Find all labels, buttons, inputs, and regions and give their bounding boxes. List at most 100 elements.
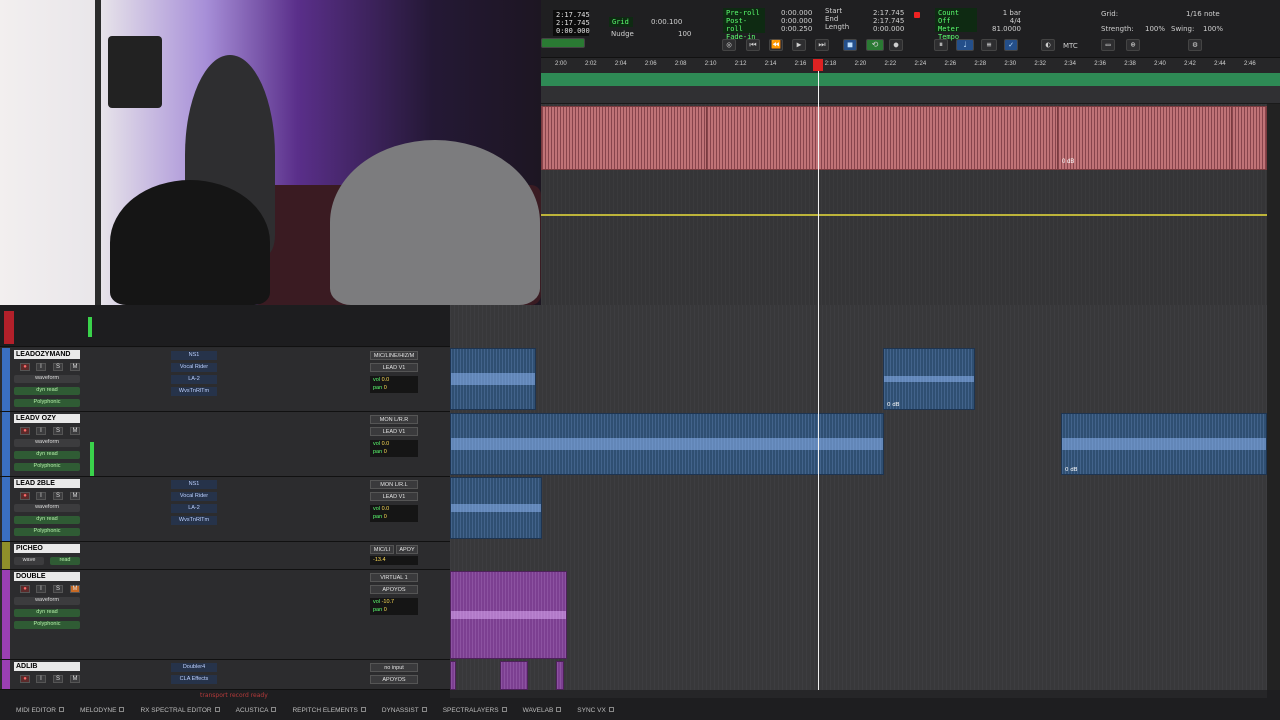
audio-clip[interactable] [450,477,542,539]
output-selector[interactable]: LEAD V1 [370,492,418,501]
input-monitor-button[interactable]: I [36,675,46,683]
midi-grid-value[interactable]: 1/16 note [1186,10,1220,18]
audio-clip[interactable] [500,661,528,690]
view-selector[interactable]: waveform [14,375,80,383]
automation-mode[interactable]: dyn read [14,609,80,617]
plugin-tab[interactable]: ACUSTICA [228,704,285,718]
end-value[interactable]: 2:17.745 [873,17,904,25]
audio-clip[interactable] [450,571,567,659]
tool-icon[interactable]: ▭ [1101,39,1115,51]
strength-value[interactable]: 100% [1145,25,1165,33]
mute-button[interactable]: M [70,675,80,683]
volume-display[interactable]: -13.4 [370,556,418,565]
track-leadv-ozy[interactable]: LEADV OZY ● I S M waveform dyn read Poly… [0,412,450,477]
length-value[interactable]: 0:00.000 [873,25,904,33]
output-selector[interactable]: APOYOS [370,675,418,684]
start-value[interactable]: 2:17.745 [873,9,904,17]
output-selector[interactable]: LEAD V1 [370,427,418,436]
plugin-tab[interactable]: REPITCH ELEMENTS [284,704,373,718]
plugin-tab[interactable]: SPECTRALAYERS [435,704,515,718]
track-lead-2ble[interactable]: LEAD 2BLE ● I S M waveform dyn read Poly… [0,477,450,542]
insert-slot[interactable]: WvsTnRlTm [171,516,217,525]
midi-merge-button[interactable]: ≡ [981,39,997,51]
zoom-icon[interactable]: ⊕ [1126,39,1140,51]
output-selector[interactable]: APOYOS [370,585,418,594]
view-selector[interactable]: waveform [14,597,80,605]
input-selector[interactable]: MIC/LI [370,545,394,554]
plugin-tab[interactable]: MIDI EDITOR [8,704,72,718]
wait-for-note-button[interactable]: ⏸ [934,39,948,51]
elastic-mode[interactable]: Polyphonic [14,528,80,536]
automation-line[interactable] [541,214,1267,216]
record-enable-button[interactable]: ● [20,363,30,371]
play-button[interactable]: ▶ [792,39,806,51]
audio-clip[interactable]: 0 dB [883,348,975,410]
audio-clip[interactable]: 0 dB [1061,413,1267,475]
swing-value[interactable]: 100% [1203,25,1223,33]
timeline-ruler[interactable]: 2:00 2:02 2:04 2:06 2:08 2:10 2:12 2:14 2:16 2:18… [541,58,1280,73]
automation-mode[interactable]: read [50,557,80,565]
elastic-mode[interactable]: Polyphonic [14,621,80,629]
solo-button[interactable]: S [53,363,63,371]
automation-mode[interactable]: dyn read [14,451,80,459]
audio-clip[interactable] [450,348,536,410]
countoff-value[interactable]: 1 bar [987,9,1021,17]
insert-slot[interactable]: Doubler4 [171,663,217,672]
output-selector[interactable]: LEAD V1 [370,363,418,372]
track-name[interactable]: ADLIB [14,662,80,671]
volume-pan-display[interactable]: vol -10.7 pan 0 [370,598,418,615]
sync-indicators[interactable] [541,38,585,48]
insert-slot[interactable]: WvsTnRlTm [171,387,217,396]
solo-button[interactable]: S [53,585,63,593]
grid-value[interactable]: 0:00.100 [651,18,682,26]
edit-timeline[interactable]: 0 dB 0 dB [450,305,1267,690]
view-selector[interactable]: waveform [14,439,80,447]
marker-ruler[interactable] [541,86,1280,104]
preroll-panel[interactable]: Pre-roll Post-roll Fade-in [723,8,765,41]
view-selector[interactable]: waveform [14,504,80,512]
track-leadozymand[interactable]: LEADOZYMAND ● I S M waveform dyn read Po… [0,348,450,412]
input-monitor-button[interactable]: I [36,492,46,500]
volume-pan-display[interactable]: vol 0.0 pan 0 [370,440,418,457]
insert-slot[interactable]: CLA Effects [171,675,217,684]
go-to-end-button[interactable]: ⏭ [815,39,829,51]
output-selector[interactable]: APOY [396,545,418,554]
input-selector[interactable]: MON L/R.R [370,415,418,424]
upper-track-area[interactable]: 0 dB [541,104,1267,305]
tempo-value[interactable]: 81.0000 [987,25,1021,33]
plugin-tab[interactable]: WAVELAB [515,704,570,718]
elastic-mode[interactable]: Polyphonic [14,463,80,471]
horizontal-scrollbar[interactable] [450,690,1267,698]
input-selector[interactable]: MON L/R.L [370,480,418,489]
track-picheo[interactable]: PICHEO wave read MIC/LI APOY -13.4 [0,542,450,570]
clip-indicator[interactable] [4,311,14,344]
metronome-button[interactable]: ♩ [956,39,974,51]
meter-value[interactable]: 4/4 [987,17,1021,25]
grid-toggle[interactable]: Grid [609,17,633,27]
record-enable-button[interactable]: ● [20,492,30,500]
countoff-panel[interactable]: Count Off Meter Tempo [935,8,977,41]
input-selector[interactable]: no input [370,663,418,672]
track-name[interactable]: LEADV OZY [14,414,80,423]
insert-slot[interactable]: NS1 [171,351,217,360]
record-enable-button[interactable]: ● [20,675,30,683]
input-selector[interactable]: MIC/LINE/HIZ/M [370,351,418,360]
loop-marker-bar[interactable] [541,73,1280,86]
insert-slot[interactable]: Vocal Rider [171,492,217,501]
input-monitor-button[interactable]: I [36,585,46,593]
input-monitor-button[interactable]: I [36,363,46,371]
insert-slot[interactable]: LA-2 [171,504,217,513]
mute-button[interactable]: M [70,585,80,593]
playhead-cursor[interactable] [818,60,819,690]
track-name[interactable]: DOUBLE [14,572,80,581]
mute-button[interactable]: M [70,492,80,500]
plugin-tab[interactable]: MELODYNE [72,704,132,718]
plugin-tab[interactable]: SYNC VX [569,704,622,718]
nudge-value[interactable]: 100 [678,30,691,38]
mtc-label[interactable]: MTC [1063,42,1078,50]
return-to-zero-button[interactable]: ⏮ [746,39,760,51]
loop-button[interactable]: ⟲ [866,39,884,51]
track-adlib[interactable]: ADLIB ● I S M Doubler4 CLA Effects no in… [0,660,450,690]
insert-slot[interactable]: Vocal Rider [171,363,217,372]
volume-pan-display[interactable]: vol 0.0 pan 0 [370,505,418,522]
